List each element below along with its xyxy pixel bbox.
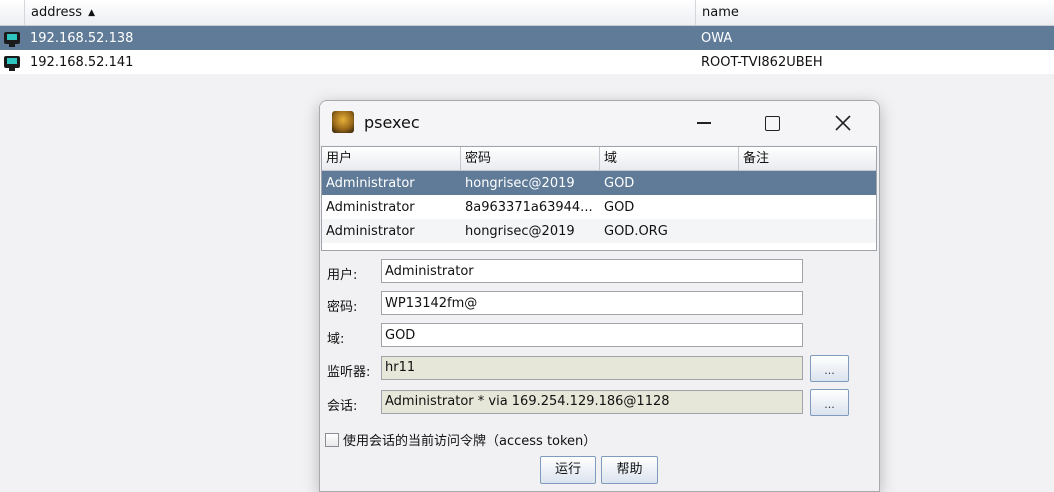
- app-icon: [332, 111, 354, 133]
- cell-password: hongrisec@2019: [465, 223, 575, 239]
- maximize-icon: [764, 115, 780, 131]
- session-browse-button[interactable]: ...: [810, 389, 849, 416]
- row-name: OWA: [701, 30, 733, 46]
- column-header-user[interactable]: 用户: [322, 147, 461, 170]
- cell-password: 8a963371a63944...: [465, 199, 593, 215]
- cell-domain: GOD: [604, 175, 635, 191]
- psexec-dialog: psexec 用户 密码 域 备注 Administrator hongrise…: [319, 100, 880, 492]
- listener-field: hr11: [381, 356, 803, 380]
- access-token-option[interactable]: 使用会话的当前访问令牌（access token）: [325, 430, 596, 449]
- icon-column-header: [0, 0, 25, 25]
- credentials-table: 用户 密码 域 备注 Administrator hongrisec@2019 …: [321, 146, 877, 251]
- close-button[interactable]: [823, 109, 863, 137]
- computer-icon: [4, 32, 20, 47]
- credentials-table-header: 用户 密码 域 备注: [322, 147, 876, 171]
- beacon-table: address ▲ name 192.168.52.138 OWA 192.168…: [0, 0, 1054, 74]
- domain-input[interactable]: [381, 323, 803, 347]
- cell-user: Administrator: [326, 175, 415, 191]
- sort-ascending-icon: ▲: [88, 8, 95, 18]
- maximize-button[interactable]: [752, 109, 792, 137]
- column-header-name[interactable]: name: [696, 0, 1054, 25]
- access-token-checkbox[interactable]: [325, 432, 339, 447]
- table-row[interactable]: Administrator hongrisec@2019 GOD.ORG: [322, 219, 876, 243]
- row-name: ROOT-TVI862UBEH: [701, 54, 823, 70]
- session-label: 会话:: [327, 399, 358, 414]
- row-address: 192.168.52.141: [30, 54, 134, 70]
- close-icon: [835, 115, 851, 131]
- session-field: Administrator * via 169.254.129.186@1128: [381, 390, 803, 414]
- dialog-title: psexec: [364, 113, 420, 132]
- listener-label: 监听器:: [327, 365, 371, 380]
- cell-domain: GOD: [604, 199, 635, 215]
- beacon-table-header: address ▲ name: [0, 0, 1054, 26]
- minimize-button[interactable]: [684, 109, 724, 137]
- help-button[interactable]: 帮助: [601, 456, 658, 484]
- access-token-checkbox-label: 使用会话的当前访问令牌（access token）: [343, 434, 597, 449]
- computer-icon: [4, 56, 20, 71]
- dialog-titlebar[interactable]: psexec: [320, 101, 879, 145]
- domain-label: 域:: [327, 332, 345, 347]
- cell-user: Administrator: [326, 223, 415, 239]
- cell-domain: GOD.ORG: [604, 223, 668, 239]
- user-input[interactable]: [381, 259, 803, 283]
- table-row[interactable]: Administrator 8a963371a63944... GOD: [322, 195, 876, 219]
- table-row[interactable]: 192.168.52.138 OWA: [0, 26, 1054, 50]
- user-label: 用户:: [327, 268, 358, 283]
- password-input[interactable]: [381, 291, 803, 315]
- password-label: 密码:: [327, 300, 358, 315]
- column-header-address[interactable]: address ▲: [25, 0, 696, 25]
- table-row[interactable]: Administrator hongrisec@2019 GOD: [322, 171, 876, 195]
- column-header-note[interactable]: 备注: [739, 147, 876, 170]
- listener-browse-button[interactable]: ...: [810, 355, 849, 382]
- minimize-icon: [697, 122, 711, 124]
- table-row[interactable]: 192.168.52.141 ROOT-TVI862UBEH: [0, 50, 1054, 74]
- cell-password: hongrisec@2019: [465, 175, 575, 191]
- cell-user: Administrator: [326, 199, 415, 215]
- column-header-password[interactable]: 密码: [461, 147, 600, 170]
- row-address: 192.168.52.138: [30, 30, 134, 46]
- run-button[interactable]: 运行: [540, 456, 596, 484]
- column-header-domain[interactable]: 域: [600, 147, 739, 170]
